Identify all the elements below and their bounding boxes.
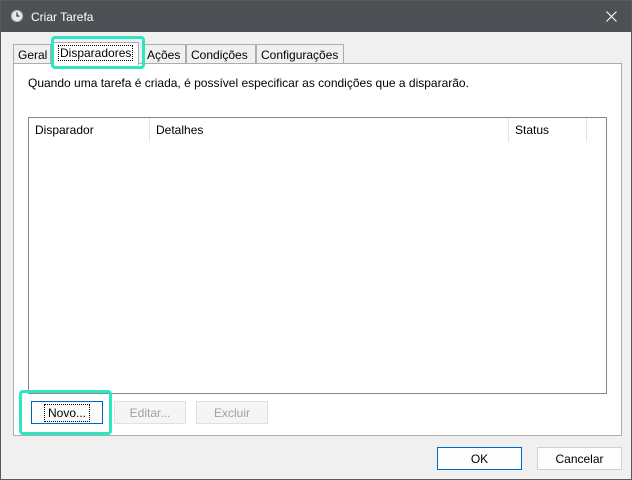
cancel-button[interactable]: Cancelar [537, 447, 622, 470]
create-task-dialog: Criar Tarefa Geral Disparadores Ações Co… [0, 0, 632, 480]
triggers-description: Quando uma tarefa é criada, é possível e… [28, 76, 469, 90]
list-header: Disparador Detalhes Status [29, 118, 606, 142]
tab-configuracoes[interactable]: Configurações [256, 44, 344, 64]
tab-condicoes[interactable]: Condições [186, 44, 256, 64]
ok-button[interactable]: OK [437, 447, 522, 470]
delete-button[interactable]: Excluir [196, 401, 268, 424]
column-header-status[interactable]: Status [509, 118, 587, 142]
column-header-detalhes[interactable]: Detalhes [150, 118, 509, 142]
close-icon [605, 11, 617, 22]
edit-button[interactable]: Editar... [114, 401, 186, 424]
tab-disparadores[interactable]: Disparadores [53, 42, 139, 65]
new-button[interactable]: Novo... [31, 401, 103, 424]
title-bar[interactable]: Criar Tarefa [1, 1, 631, 32]
task-scheduler-icon [11, 10, 23, 22]
column-header-disparador[interactable]: Disparador [29, 118, 150, 142]
close-button[interactable] [591, 1, 631, 32]
tab-acoes[interactable]: Ações [142, 44, 186, 64]
window-title: Criar Tarefa [31, 10, 94, 24]
triggers-panel: Quando uma tarefa é criada, é possível e… [13, 63, 622, 436]
triggers-list[interactable]: Disparador Detalhes Status [28, 117, 607, 394]
tab-geral[interactable]: Geral [13, 44, 51, 64]
